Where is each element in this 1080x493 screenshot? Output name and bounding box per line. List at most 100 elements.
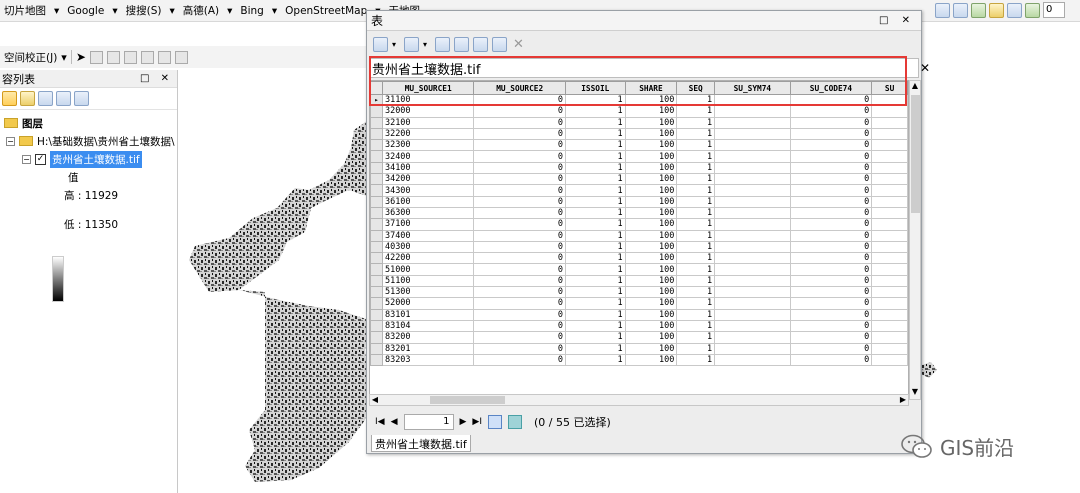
table-cell[interactable]: 1: [564, 342, 626, 355]
table-cell[interactable]: [871, 308, 908, 321]
table-cell[interactable]: 1: [564, 195, 626, 208]
table-cell[interactable]: 0: [789, 263, 873, 276]
table-cell[interactable]: 100: [624, 150, 678, 163]
table-row[interactable]: 83101 0 1 100 1 0: [370, 308, 908, 321]
table-cell[interactable]: 100: [624, 297, 678, 310]
table-row[interactable]: 40300 0 1 100 1 0: [370, 240, 908, 254]
table-cell[interactable]: 1: [676, 342, 716, 355]
table-row[interactable]: 32100 0 1 100 1 0: [370, 116, 908, 129]
table-cell[interactable]: 100: [624, 116, 678, 129]
table-cell[interactable]: [714, 342, 791, 355]
table-cell[interactable]: 1: [564, 286, 626, 299]
table-cell[interactable]: 1: [564, 274, 626, 288]
table-cell[interactable]: 37400: [381, 229, 475, 242]
table-cell[interactable]: [714, 184, 791, 197]
table-cell[interactable]: 32200: [381, 127, 475, 141]
table-cell[interactable]: 1: [564, 206, 626, 220]
table-cell[interactable]: 1: [564, 229, 626, 242]
table-cell[interactable]: 100: [624, 127, 678, 141]
table-row[interactable]: 83104 0 1 100 1 0: [370, 319, 908, 333]
table-cell[interactable]: 1: [564, 116, 626, 129]
link-table-icon[interactable]: [123, 50, 137, 64]
table-cell[interactable]: [871, 274, 908, 288]
table-options-icon[interactable]: [373, 36, 388, 52]
current-record-field[interactable]: 1: [403, 414, 454, 430]
table-cell[interactable]: 1: [676, 127, 716, 141]
table-cell[interactable]: 1: [676, 116, 716, 129]
table-cell[interactable]: 1: [676, 105, 716, 118]
table-cell[interactable]: 83200: [381, 331, 475, 344]
table-cell[interactable]: 0: [789, 331, 873, 344]
scroll-down-icon[interactable]: ▼: [910, 387, 920, 399]
table-row[interactable]: 51300 0 1 100 1 0: [370, 286, 908, 299]
table-cell[interactable]: [871, 127, 908, 141]
table-cell[interactable]: 1: [564, 127, 626, 141]
table-cell[interactable]: 1: [676, 297, 716, 310]
row-selector[interactable]: [370, 206, 383, 220]
row-selector[interactable]: [370, 252, 383, 265]
layout-view-icon[interactable]: [935, 2, 950, 18]
table-cell[interactable]: 0: [473, 286, 566, 299]
new-link-icon[interactable]: [89, 50, 103, 64]
table-cell[interactable]: 0: [473, 195, 566, 208]
table-cell[interactable]: 1: [676, 319, 716, 333]
toolbox-icon[interactable]: [1007, 2, 1022, 18]
page-icon[interactable]: [953, 2, 968, 18]
table-cell[interactable]: 100: [624, 308, 678, 321]
table-cell[interactable]: 100: [624, 161, 678, 175]
table-cell[interactable]: 100: [624, 229, 678, 242]
table-cell[interactable]: 1: [676, 139, 716, 152]
table-cell[interactable]: [871, 218, 908, 231]
table-cell[interactable]: 0: [473, 127, 566, 141]
table-cell[interactable]: [871, 105, 908, 118]
table-cell[interactable]: [714, 161, 791, 175]
table-cell[interactable]: 0: [789, 105, 873, 118]
table-row[interactable]: 32200 0 1 100 1 0: [370, 127, 908, 141]
table-row[interactable]: 51100 0 1 100 1 0: [370, 274, 908, 288]
table-cell[interactable]: 0: [473, 252, 566, 265]
table-cell[interactable]: 0: [789, 127, 873, 141]
row-selector[interactable]: [370, 229, 383, 242]
table-cell[interactable]: 0: [789, 342, 873, 355]
table-cell[interactable]: 0: [789, 195, 873, 208]
spatial-adjust-menu[interactable]: 空间校正(J): [4, 50, 57, 65]
table-cell[interactable]: 0: [473, 229, 566, 242]
table-cell[interactable]: 0: [473, 206, 566, 220]
table-cell[interactable]: 0: [473, 139, 566, 152]
table-cell[interactable]: [871, 240, 908, 254]
table-cell[interactable]: 51000: [381, 263, 475, 276]
table-cell[interactable]: [714, 308, 791, 321]
layer-row[interactable]: − ✓ 贵州省土壤数据.tif: [0, 150, 177, 168]
table-cell[interactable]: 34300: [381, 184, 475, 197]
select-by-attributes-icon[interactable]: [435, 36, 451, 52]
table-cell[interactable]: [714, 173, 791, 186]
table-cell[interactable]: 32100: [381, 116, 475, 129]
table-cell[interactable]: [871, 342, 908, 355]
table-cell[interactable]: [714, 206, 791, 220]
row-selector[interactable]: [370, 297, 383, 310]
table-row[interactable]: 36300 0 1 100 1 0: [370, 206, 908, 220]
table-cell[interactable]: 1: [564, 105, 626, 118]
table-cell[interactable]: 1: [564, 331, 626, 344]
table-cell[interactable]: 0: [473, 161, 566, 175]
table-cell[interactable]: 0: [789, 116, 873, 129]
row-selector[interactable]: [370, 184, 383, 197]
row-selector[interactable]: [370, 139, 383, 152]
search-icon[interactable]: [989, 2, 1004, 18]
list-by-drawing-order-icon[interactable]: [2, 91, 17, 106]
table-cell[interactable]: 1: [676, 173, 716, 186]
first-record-icon[interactable]: I◀: [375, 417, 385, 427]
show-selected-records-icon[interactable]: [508, 415, 522, 429]
table-row[interactable]: 83203 0 1 100 1 0: [370, 353, 908, 367]
table-cell[interactable]: 1: [676, 331, 716, 344]
table-cell[interactable]: 1: [564, 161, 626, 175]
table-cell[interactable]: 1: [676, 206, 716, 220]
table-cell[interactable]: 1: [564, 218, 626, 231]
table-row[interactable]: 32000 0 1 100 1 0: [370, 105, 908, 118]
table-cell[interactable]: 34200: [381, 173, 475, 186]
view-link-icon[interactable]: [140, 50, 154, 64]
table-cell[interactable]: 32000: [381, 105, 475, 118]
table-cell[interactable]: [871, 195, 908, 208]
table-cell[interactable]: 1: [564, 263, 626, 276]
table-cell[interactable]: 100: [624, 206, 678, 220]
